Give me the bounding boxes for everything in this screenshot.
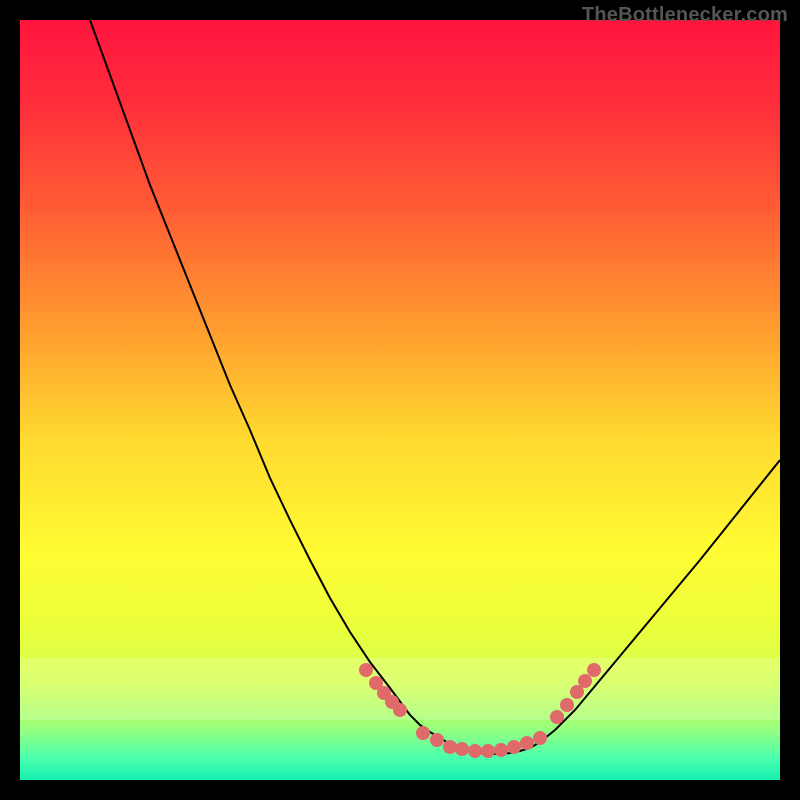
marker-dot bbox=[578, 674, 592, 688]
marker-dot bbox=[533, 731, 547, 745]
marker-dot bbox=[481, 744, 495, 758]
marker-dot bbox=[560, 698, 574, 712]
marker-dot bbox=[393, 703, 407, 717]
watermark-text: TheBottlenecker.com bbox=[582, 4, 788, 27]
marker-dot bbox=[443, 740, 457, 754]
marker-dot bbox=[416, 726, 430, 740]
marker-dot bbox=[468, 744, 482, 758]
chart-container bbox=[20, 20, 780, 780]
marker-dot bbox=[494, 743, 508, 757]
marker-dot bbox=[587, 663, 601, 677]
marker-dot bbox=[455, 742, 469, 756]
marker-dot bbox=[507, 740, 521, 754]
marker-dot bbox=[550, 710, 564, 724]
chart-svg bbox=[20, 20, 780, 780]
marker-dot bbox=[430, 733, 444, 747]
marker-dot bbox=[520, 736, 534, 750]
marker-dot bbox=[359, 663, 373, 677]
